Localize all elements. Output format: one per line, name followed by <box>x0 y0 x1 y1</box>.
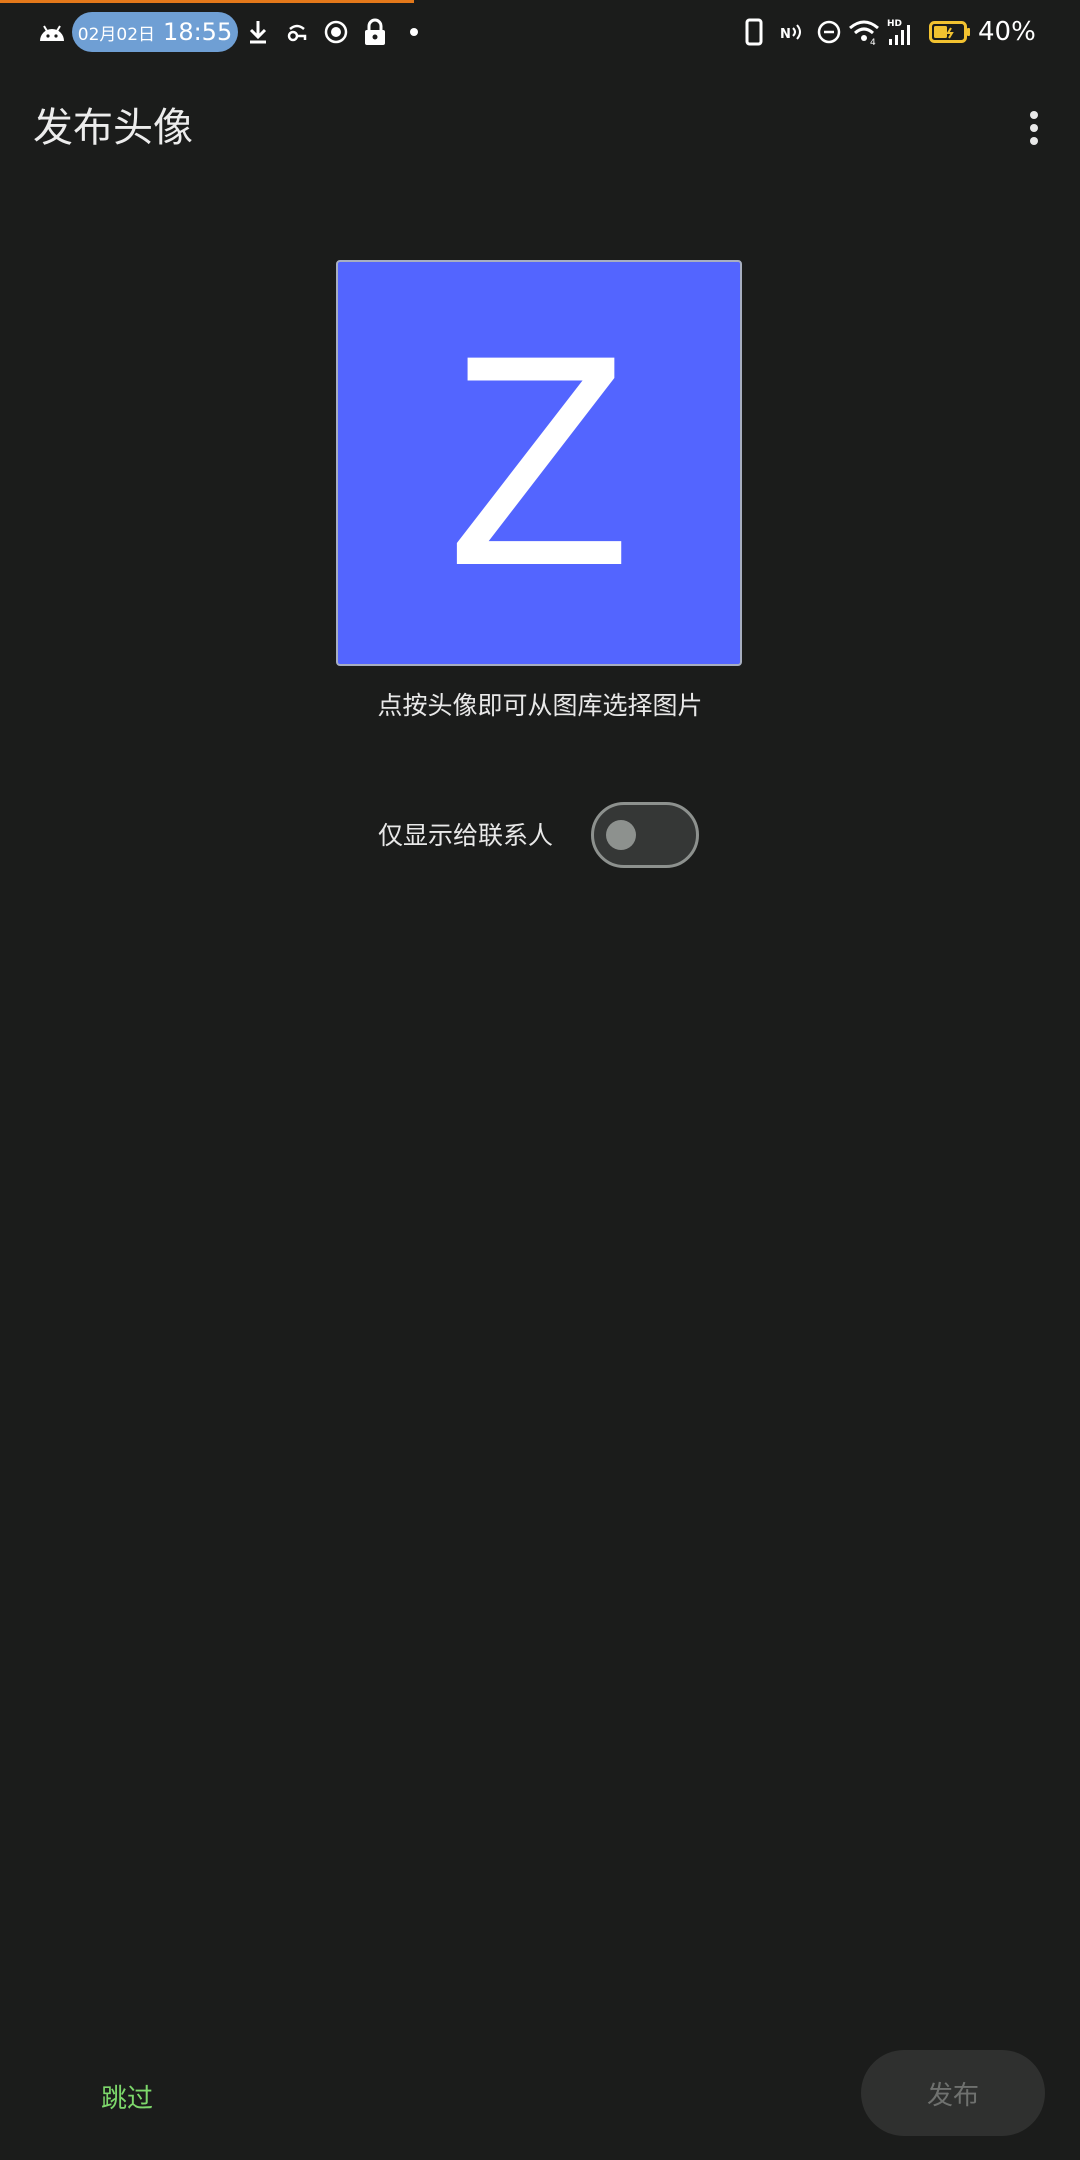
battery-percentage: 40% <box>978 17 1036 47</box>
page-title: 发布头像 <box>33 105 193 151</box>
svg-text:N: N <box>780 27 791 42</box>
switch-knob <box>606 820 636 850</box>
avatar-picker[interactable]: Z <box>336 260 742 666</box>
phone-icon <box>742 14 766 50</box>
more-options-button[interactable] <box>1010 104 1058 152</box>
publish-button[interactable]: 发布 <box>861 2050 1045 2136</box>
nfc-icon: N <box>780 14 806 50</box>
status-bar: 02月02日 18:55 N 4 HD 40% <box>0 0 1080 64</box>
link-icon <box>284 14 310 50</box>
more-vert-icon <box>1030 111 1038 145</box>
time-pill: 02月02日 18:55 <box>72 12 238 52</box>
lock-icon <box>362 14 388 50</box>
svg-text:HD: HD <box>887 19 902 29</box>
avatar-hint: 点按头像即可从图库选择图片 <box>377 691 703 720</box>
status-time: 18:55 <box>163 18 233 46</box>
dot-icon <box>408 14 420 50</box>
download-icon <box>246 14 270 50</box>
contacts-only-label: 仅显示给联系人 <box>378 821 554 850</box>
avatar-letter: Z <box>447 292 631 628</box>
signal-icon: HD <box>886 14 916 50</box>
screen: 02月02日 18:55 N 4 HD 40% 发布头像 Z 点按头像即可从图库… <box>0 0 1080 2160</box>
record-icon <box>322 14 350 50</box>
status-date: 02月02日 <box>77 24 156 45</box>
skip-button[interactable]: 跳过 <box>72 2072 182 2120</box>
battery-icon <box>928 14 972 50</box>
dnd-icon <box>815 14 843 50</box>
wifi-icon: 4 <box>848 14 880 50</box>
svg-text:4: 4 <box>870 38 876 46</box>
android-icon <box>36 14 68 50</box>
contacts-only-switch[interactable] <box>591 802 699 868</box>
